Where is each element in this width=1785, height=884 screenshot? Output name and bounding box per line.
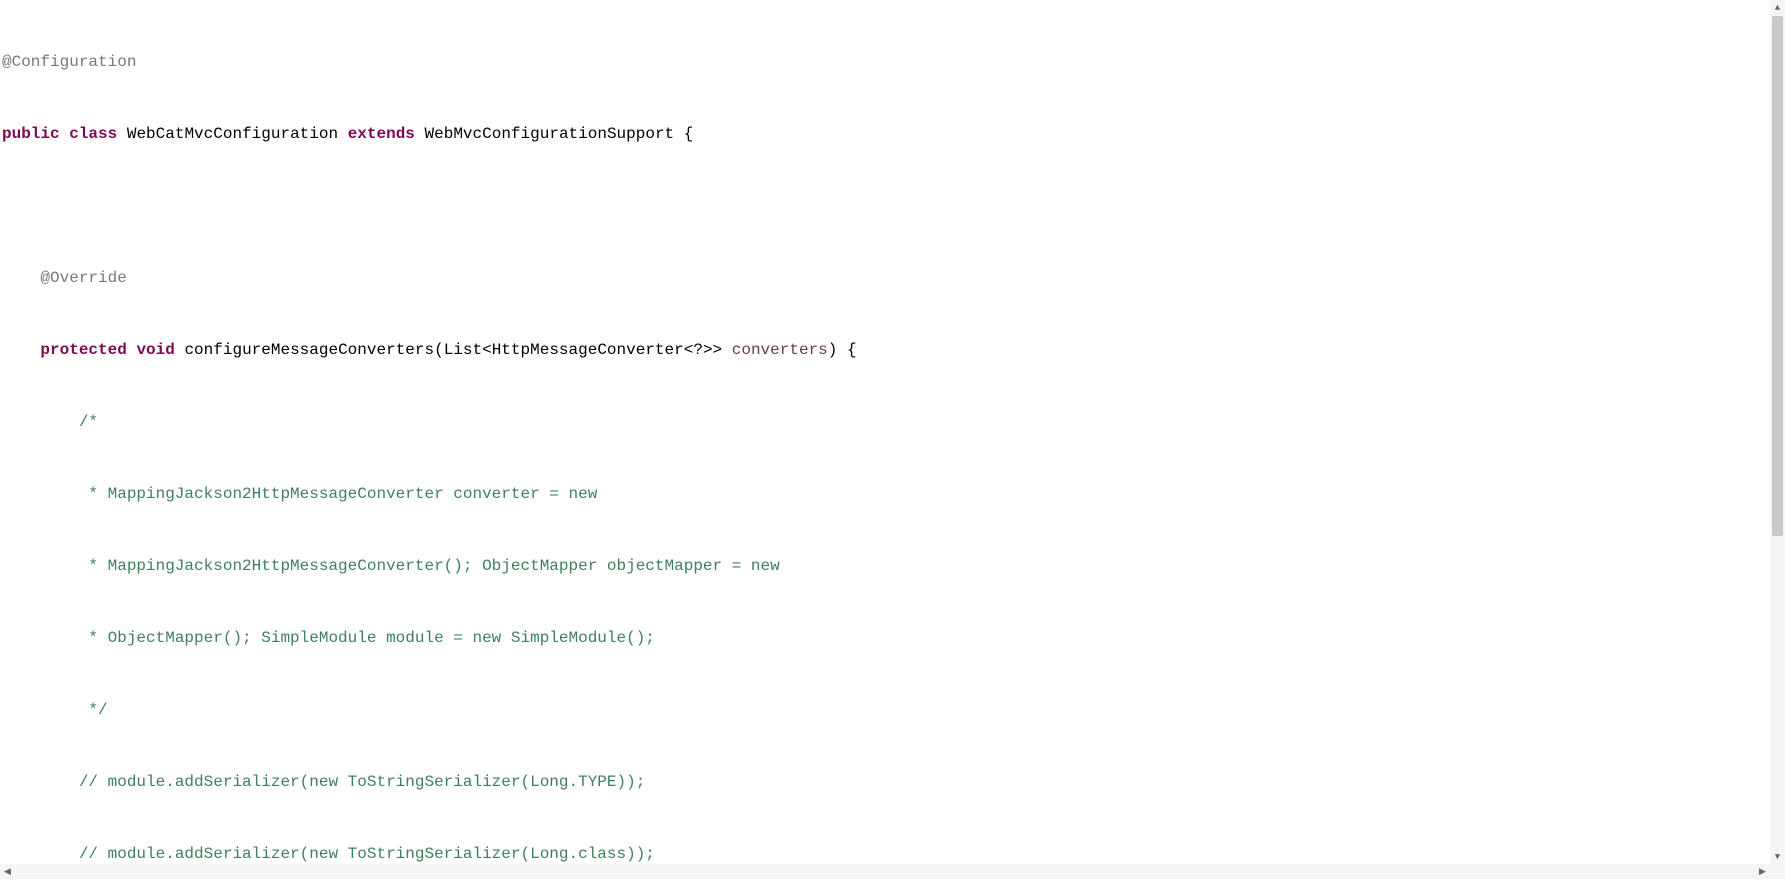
scroll-up-icon[interactable]: ▲ [1770,0,1785,15]
code-line: public class WebCatMvcConfiguration exte… [2,122,1770,146]
scroll-down-icon[interactable]: ▼ [1770,849,1785,864]
scrollbar-thumb[interactable] [1772,16,1783,536]
code-line: * MappingJackson2HttpMessageConverter();… [2,554,1770,578]
vertical-scrollbar[interactable]: ▲ ▼ [1770,0,1785,864]
code-line: protected void configureMessageConverter… [2,338,1770,362]
scroll-left-icon[interactable]: ◀ [0,864,15,879]
editor-container: @Configuration public class WebCatMvcCon… [0,0,1785,879]
code-line: * MappingJackson2HttpMessageConverter co… [2,482,1770,506]
annotation: @Configuration [2,53,136,71]
code-line: */ [2,698,1770,722]
scrollbar-corner [1770,864,1785,879]
code-line: /* [2,410,1770,434]
code-line: * ObjectMapper(); SimpleModule module = … [2,626,1770,650]
code-line: // module.addSerializer(new ToStringSeri… [2,842,1770,864]
code-line: @Override [2,266,1770,290]
scroll-right-icon[interactable]: ▶ [1755,864,1770,879]
horizontal-scrollbar[interactable]: ◀ ▶ [0,864,1770,879]
code-editor[interactable]: @Configuration public class WebCatMvcCon… [0,0,1770,864]
code-line: @Configuration [2,50,1770,74]
code-line: // module.addSerializer(new ToStringSeri… [2,770,1770,794]
code-line [2,194,1770,218]
